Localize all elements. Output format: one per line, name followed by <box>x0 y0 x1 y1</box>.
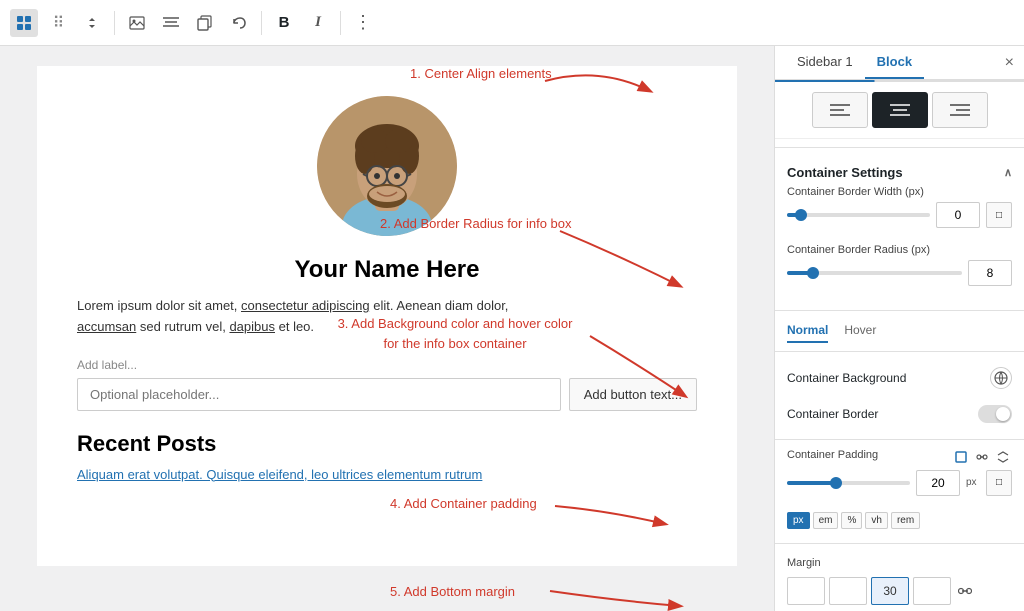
padding-link-toggle[interactable]: □ <box>986 470 1012 496</box>
container-settings-header: Container Settings ∧ <box>775 155 1024 186</box>
divider-states <box>775 351 1024 352</box>
margin-right[interactable] <box>829 577 867 605</box>
border-width-slider[interactable] <box>787 213 930 217</box>
margin-section: Margin 30 <box>775 551 1024 611</box>
padding-expand-icon[interactable] <box>994 448 1012 466</box>
border-width-slider-row: 0 □ <box>787 202 1012 228</box>
input-row: Add button text... <box>77 378 697 411</box>
sidebar-tabs: Sidebar 1 Block × <box>775 46 1024 80</box>
padding-top-icon[interactable] <box>952 448 970 466</box>
padding-slider[interactable] <box>787 481 910 485</box>
align-left-button[interactable] <box>812 92 868 128</box>
editor-wrapper: Your Name Here Lorem ipsum dolor sit ame… <box>0 46 774 611</box>
divider-toggle <box>775 439 1024 440</box>
border-width-label: Container Border Width (px) <box>787 186 1012 198</box>
unit-em[interactable]: em <box>813 512 839 529</box>
right-sidebar: Sidebar 1 Block × Container Settings ∧ <box>774 46 1024 611</box>
state-tabs: Normal Hover <box>775 319 1024 343</box>
unit-px[interactable]: px <box>787 512 810 529</box>
profile-name: Your Name Here <box>77 256 697 284</box>
container-border-row: Container Border <box>775 397 1024 431</box>
tab-sidebar1[interactable]: Sidebar 1 <box>785 46 865 79</box>
container-settings-label: Container Settings <box>787 165 903 180</box>
margin-bottom[interactable]: 30 <box>871 577 909 605</box>
divider-border <box>775 310 1024 311</box>
border-width-unit[interactable]: □ <box>986 202 1012 228</box>
add-button-text[interactable]: Add button text... <box>569 378 697 411</box>
alignment-buttons-row <box>775 82 1024 139</box>
body-text: Lorem ipsum dolor sit amet, consectetur … <box>77 296 697 338</box>
profile-image <box>317 96 457 236</box>
unit-percent[interactable]: % <box>841 512 862 529</box>
margin-left[interactable] <box>913 577 951 605</box>
padding-unit-label: px <box>966 477 980 488</box>
editor-area: Your Name Here Lorem ipsum dolor sit ame… <box>0 46 774 586</box>
state-normal[interactable]: Normal <box>787 323 828 343</box>
margin-label: Margin <box>787 557 821 569</box>
border-toggle[interactable] <box>978 405 1012 423</box>
border-radius-slider[interactable] <box>787 271 962 275</box>
padding-group: Container Padding 20 <box>775 448 1024 504</box>
body-link3[interactable]: dapibus <box>229 319 275 334</box>
align-right-button[interactable] <box>932 92 988 128</box>
divider2 <box>261 11 262 35</box>
body-link1[interactable]: consectetur adipiscing <box>241 298 370 313</box>
editor-canvas: Your Name Here Lorem ipsum dolor sit ame… <box>37 66 737 566</box>
tab-block[interactable]: Block <box>865 46 924 79</box>
chevron-up-icon[interactable]: ∧ <box>1004 166 1012 179</box>
margin-top[interactable] <box>787 577 825 605</box>
drag-icon[interactable]: ⠿ <box>44 9 72 37</box>
container-border-label: Container Border <box>787 407 878 421</box>
divider-padding <box>775 543 1024 544</box>
divider-align <box>775 147 1024 148</box>
border-width-group: Container Border Width (px) 0 □ <box>775 186 1024 236</box>
divider1 <box>114 11 115 35</box>
border-radius-slider-row: 8 <box>787 260 1012 286</box>
add-label: Add label... <box>77 358 697 372</box>
unit-vh[interactable]: vh <box>865 512 888 529</box>
align-center-icon[interactable] <box>157 9 185 37</box>
border-radius-label: Container Border Radius (px) <box>787 244 1012 256</box>
italic-icon[interactable]: I <box>304 9 332 37</box>
body-link2[interactable]: accumsan <box>77 319 136 334</box>
container-background-label: Container Background <box>787 371 906 385</box>
recent-posts-link[interactable]: Aliquam erat volutpat. Quisque eleifend,… <box>77 467 482 482</box>
globe-icon[interactable] <box>990 367 1012 389</box>
border-width-thumb[interactable] <box>795 209 807 221</box>
divider3 <box>340 11 341 35</box>
padding-label: Container Padding <box>787 449 878 461</box>
up-down-icon[interactable] <box>78 9 106 37</box>
unit-row: px em % vh rem <box>775 512 1024 535</box>
align-center-button[interactable] <box>872 92 928 128</box>
border-width-input[interactable]: 0 <box>936 202 980 228</box>
padding-input[interactable]: 20 <box>916 470 960 496</box>
padding-thumb[interactable] <box>830 477 842 489</box>
unit-rem[interactable]: rem <box>891 512 920 529</box>
bold-icon[interactable]: B <box>270 9 298 37</box>
margin-link-icon[interactable] <box>955 581 975 601</box>
main-area: Your Name Here Lorem ipsum dolor sit ame… <box>0 46 1024 611</box>
container-background-row: Container Background <box>775 359 1024 397</box>
editor-toolbar: ⠿ B I ⋮ <box>0 0 1024 46</box>
undo-icon[interactable] <box>225 9 253 37</box>
annotation-5: 5. Add Bottom margin <box>390 584 515 599</box>
padding-icons <box>952 448 1012 466</box>
recent-posts-title: Recent Posts <box>77 431 697 457</box>
image-icon[interactable] <box>123 9 151 37</box>
optional-placeholder-input[interactable] <box>77 378 561 411</box>
more-options-icon[interactable]: ⋮ <box>349 9 377 37</box>
profile-image-container <box>77 96 697 236</box>
margin-inputs: 30 <box>787 577 1012 605</box>
block-icon[interactable] <box>10 9 38 37</box>
border-radius-group: Container Border Radius (px) 8 <box>775 244 1024 294</box>
close-icon[interactable]: × <box>1005 54 1014 72</box>
padding-link-icon[interactable] <box>973 448 991 466</box>
copy-icon[interactable] <box>191 9 219 37</box>
border-radius-thumb[interactable] <box>807 267 819 279</box>
border-radius-input[interactable]: 8 <box>968 260 1012 286</box>
padding-slider-row: 20 px □ <box>787 470 1012 496</box>
state-hover[interactable]: Hover <box>844 323 876 343</box>
